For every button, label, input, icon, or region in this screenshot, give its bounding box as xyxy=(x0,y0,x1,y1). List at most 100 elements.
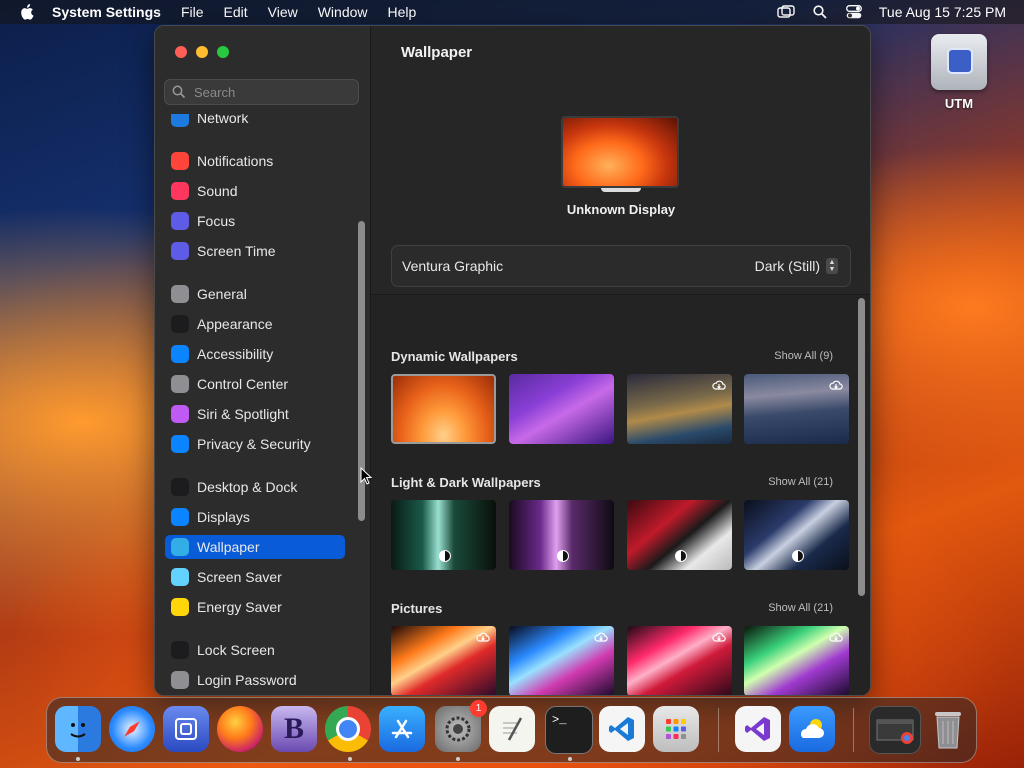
dock-app-store[interactable] xyxy=(379,706,425,752)
sidebar-item-focus[interactable]: Focus xyxy=(165,209,345,233)
dock-trash[interactable] xyxy=(925,706,971,752)
wallpaper-thumb-glass-purple[interactable] xyxy=(509,500,614,570)
menu-bar: System Settings File Edit View Window He… xyxy=(0,0,1024,24)
sidebar-item-general[interactable]: General xyxy=(165,282,345,306)
sun-icon xyxy=(171,508,189,526)
running-indicator xyxy=(76,757,80,761)
menu-app-name[interactable]: System Settings xyxy=(52,4,161,20)
system-settings-icon xyxy=(445,716,471,742)
lock-icon xyxy=(171,641,189,659)
show-all-dynamic-button[interactable]: Show All (9) xyxy=(774,350,833,362)
control-center-icon[interactable] xyxy=(845,4,863,20)
apple-icon[interactable] xyxy=(20,4,34,20)
wallpaper-thumb-big-sur[interactable] xyxy=(627,374,732,444)
sidebar-item-login-password[interactable]: Login Password xyxy=(165,668,345,692)
wallpaper-thumb-macbook-orange[interactable] xyxy=(391,626,496,695)
dock-utm[interactable] xyxy=(163,706,209,752)
dock-weather[interactable] xyxy=(789,706,835,752)
wallpaper-thumb-catalina[interactable] xyxy=(744,374,849,444)
sidebar-item-sound[interactable]: Sound xyxy=(165,179,345,203)
dock-minimized-window[interactable] xyxy=(869,706,921,754)
sidebar-item-notifications[interactable]: Notifications xyxy=(165,149,345,173)
wallpaper-thumb-red-curves[interactable] xyxy=(627,500,732,570)
wallpaper-thumb-macbook-green[interactable] xyxy=(744,626,849,695)
sidebar-item-privacy-security[interactable]: Privacy & Security xyxy=(165,432,345,456)
screen-mirroring-icon[interactable] xyxy=(777,4,795,20)
dock-system-settings[interactable]: 1 xyxy=(435,700,487,752)
dock-textedit[interactable] xyxy=(489,706,535,752)
dock-finder[interactable] xyxy=(55,706,101,752)
search-icon xyxy=(172,85,186,99)
textedit-icon xyxy=(503,717,523,741)
sidebar-item-siri-spotlight[interactable]: Siri & Spotlight xyxy=(165,402,345,426)
show-all-pictures-button[interactable]: Show All (21) xyxy=(768,602,833,614)
dock-separator xyxy=(718,708,719,752)
gear-icon xyxy=(171,285,189,303)
download-cloud-icon xyxy=(829,632,843,642)
wallpaper-thumb-macbook-blue[interactable] xyxy=(509,626,614,695)
sidebar-item-label: Lock Screen xyxy=(197,642,275,658)
sidebar-item-screen-saver[interactable]: Screen Saver xyxy=(165,565,345,589)
spotlight-search-icon[interactable] xyxy=(811,4,829,20)
sidebar-item-energy-saver[interactable]: Energy Saver xyxy=(165,595,345,619)
dock-safari[interactable] xyxy=(109,706,155,752)
wallpaper-thumb-blue-curves[interactable] xyxy=(744,500,849,570)
section-lightdark-title: Light & Dark Wallpapers xyxy=(391,475,541,490)
system-settings-window: Network Notifications Sound Focus Screen Tim… xyxy=(154,25,871,696)
dock-visual-studio[interactable] xyxy=(735,706,781,752)
wallpaper-thumb-ventura[interactable] xyxy=(391,374,496,444)
sidebar-item-appearance[interactable]: Appearance xyxy=(165,312,345,336)
show-all-lightdark-button[interactable]: Show All (21) xyxy=(768,476,833,488)
dock-terminal[interactable]: >_ xyxy=(545,706,593,754)
dock-chrome[interactable] xyxy=(325,706,371,752)
wallpaper-thumb-monterey[interactable] xyxy=(509,374,614,444)
minimize-button[interactable] xyxy=(196,46,208,58)
close-button[interactable] xyxy=(175,46,187,58)
light-dark-icon xyxy=(792,550,804,562)
search-field[interactable] xyxy=(164,79,359,105)
appearance-value: Dark (Still) xyxy=(754,258,820,274)
sidebar-item-wallpaper[interactable]: Wallpaper xyxy=(165,535,345,559)
lightbulb-icon xyxy=(171,598,189,616)
flower-icon xyxy=(171,538,189,556)
dock-bbedit[interactable]: B xyxy=(271,706,317,752)
hand-icon xyxy=(171,435,189,453)
sidebar-item-displays[interactable]: Displays xyxy=(165,505,345,529)
dock-separator xyxy=(853,708,854,752)
menu-datetime[interactable]: Tue Aug 15 7:25 PM xyxy=(879,4,1006,20)
display-name: Unknown Display xyxy=(566,202,676,217)
sidebar-item-network[interactable]: Network xyxy=(165,114,345,130)
dock-vscode[interactable] xyxy=(599,706,645,752)
menu-file[interactable]: File xyxy=(181,4,204,20)
appearance-popup[interactable]: Dark (Still) ▲ ▼ xyxy=(755,258,838,274)
desktop-utm-drive[interactable]: UTM xyxy=(926,34,992,111)
sidebar-item-lock-screen[interactable]: Lock Screen xyxy=(165,638,345,662)
sidebar-item-control-center[interactable]: Control Center xyxy=(165,372,345,396)
chevron-updown-icon: ▲ ▼ xyxy=(826,258,838,274)
mouse-cursor-icon xyxy=(360,467,372,485)
dock-launchpad[interactable] xyxy=(653,706,699,752)
page-title: Wallpaper xyxy=(401,44,473,61)
current-wallpaper-row: Ventura Graphic Dark (Still) ▲ ▼ xyxy=(391,245,851,287)
dock-firefox[interactable] xyxy=(217,706,263,752)
sidebar-item-screen-time[interactable]: Screen Time xyxy=(165,239,345,263)
accessibility-icon xyxy=(171,345,189,363)
appearance-icon xyxy=(171,315,189,333)
bbedit-icon: B xyxy=(283,712,304,745)
trash-icon xyxy=(935,712,961,749)
zoom-button[interactable] xyxy=(217,46,229,58)
screen-saver-icon xyxy=(171,568,189,586)
sidebar-item-label: Siri & Spotlight xyxy=(197,406,289,422)
menu-view[interactable]: View xyxy=(268,4,298,20)
menu-help[interactable]: Help xyxy=(388,4,417,20)
sidebar-item-desktop-dock[interactable]: Desktop & Dock xyxy=(165,475,345,499)
menu-window[interactable]: Window xyxy=(318,4,368,20)
desktop-utm-label: UTM xyxy=(944,96,974,111)
sidebar-item-accessibility[interactable]: Accessibility xyxy=(165,342,345,366)
wallpaper-thumb-macbook-pink[interactable] xyxy=(627,626,732,695)
search-input[interactable] xyxy=(192,83,346,101)
drive-icon xyxy=(931,34,987,90)
wallpaper-thumb-glass-green[interactable] xyxy=(391,500,496,570)
menu-edit[interactable]: Edit xyxy=(224,4,248,20)
main-scrollbar[interactable] xyxy=(858,298,865,596)
